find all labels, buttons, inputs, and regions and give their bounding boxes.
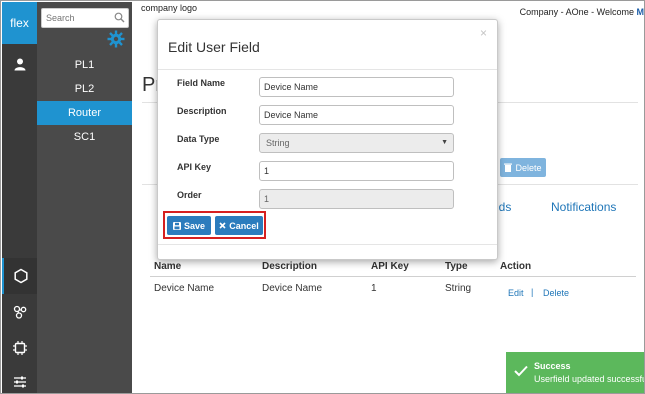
close-icon[interactable]: × bbox=[480, 26, 487, 40]
success-toast[interactable]: Success Userfield updated successfully bbox=[506, 352, 644, 393]
col-type: Type bbox=[445, 261, 468, 272]
cancel-button-label: Cancel bbox=[229, 220, 259, 231]
order-label: Order bbox=[177, 190, 202, 200]
table-row: Device Name Device Name 1 String Edit | … bbox=[150, 283, 636, 299]
brand-logo[interactable]: flex bbox=[2, 2, 37, 44]
api-key-label: API Key bbox=[177, 162, 212, 172]
divider bbox=[158, 69, 497, 70]
check-icon bbox=[514, 365, 528, 380]
api-key-input[interactable] bbox=[259, 161, 454, 181]
delete-link[interactable]: Delete bbox=[543, 288, 569, 298]
tab-notifications[interactable]: Notifications bbox=[551, 200, 616, 214]
user-icon[interactable] bbox=[2, 50, 37, 78]
data-type-select[interactable]: String ▼ bbox=[259, 133, 454, 153]
cancel-button[interactable]: Cancel bbox=[215, 216, 263, 235]
chip-icon[interactable] bbox=[2, 330, 37, 366]
toast-message: Userfield updated successfully bbox=[534, 374, 645, 384]
search-input[interactable] bbox=[42, 9, 112, 27]
edit-user-field-modal: Edit User Field × Field Name Description… bbox=[157, 19, 498, 260]
divider bbox=[158, 244, 497, 245]
company-logo: company logo bbox=[141, 3, 198, 13]
welcome-label: Company - AOne - Welcome bbox=[519, 7, 634, 17]
table-header: Name Description API Key Type Action bbox=[150, 261, 636, 277]
data-type-value: String bbox=[266, 138, 290, 148]
gear-icon[interactable] bbox=[107, 30, 125, 51]
cell-description: Device Name bbox=[262, 283, 323, 294]
sidebar-item-router[interactable]: Router bbox=[37, 101, 132, 125]
description-input[interactable] bbox=[259, 105, 454, 125]
sidebar-item-pl1[interactable]: PL1 bbox=[37, 53, 132, 77]
user-menu[interactable]: M bbox=[637, 7, 645, 17]
project-sidebar: PL1 PL2 Router SC1 bbox=[37, 2, 132, 393]
toast-title: Success bbox=[534, 361, 571, 371]
hexagon-icon[interactable] bbox=[2, 258, 37, 294]
delete-button[interactable]: Delete bbox=[500, 158, 546, 177]
floppy-icon bbox=[172, 221, 181, 230]
icon-rail: flex bbox=[2, 2, 37, 393]
sidebar-item-sc1[interactable]: SC1 bbox=[37, 125, 132, 149]
col-api-key: API Key bbox=[371, 261, 409, 272]
col-action: Action bbox=[500, 261, 532, 272]
x-icon bbox=[219, 222, 226, 229]
action-separator: | bbox=[531, 287, 534, 297]
field-name-input[interactable] bbox=[259, 77, 454, 97]
col-description: Description bbox=[262, 261, 318, 272]
data-type-label: Data Type bbox=[177, 134, 220, 144]
trash-icon bbox=[504, 163, 513, 172]
cell-api-key: 1 bbox=[371, 283, 377, 294]
delete-button-label: Delete bbox=[515, 162, 542, 173]
col-name: Name bbox=[154, 261, 182, 272]
save-button[interactable]: Save bbox=[167, 216, 211, 235]
welcome-text: Company - AOne - Welcome M bbox=[520, 7, 644, 17]
app-window: flex PL1 PL2 Router SC1 bbox=[0, 0, 645, 394]
caret-down-icon: ▼ bbox=[441, 139, 448, 146]
sliders-icon[interactable] bbox=[2, 364, 37, 393]
tab-user-fields[interactable]: lds bbox=[496, 200, 511, 214]
share-nodes-icon[interactable] bbox=[2, 294, 37, 330]
sidebar-item-pl2[interactable]: PL2 bbox=[37, 77, 132, 101]
description-label: Description bbox=[177, 106, 227, 116]
cell-type: String bbox=[445, 283, 472, 294]
cell-name: Device Name bbox=[154, 283, 215, 294]
edit-link[interactable]: Edit bbox=[508, 288, 524, 298]
save-button-label: Save bbox=[183, 220, 206, 231]
sidebar-search bbox=[41, 8, 129, 28]
field-name-label: Field Name bbox=[177, 78, 226, 88]
order-input bbox=[259, 189, 454, 209]
search-icon[interactable] bbox=[114, 12, 125, 26]
modal-title: Edit User Field bbox=[168, 39, 260, 55]
